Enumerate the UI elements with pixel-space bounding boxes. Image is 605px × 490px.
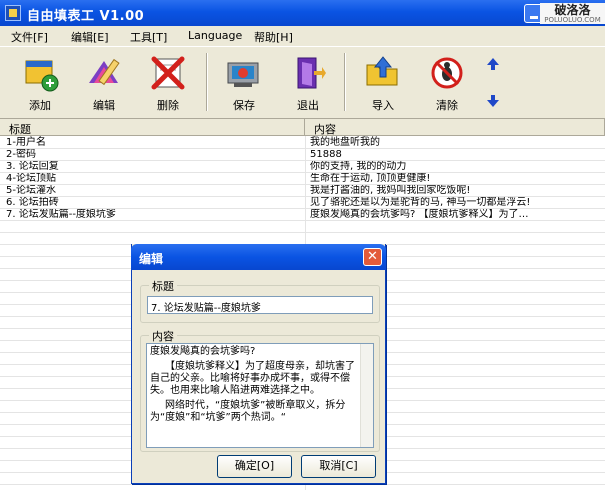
- save-label: 保存: [233, 99, 255, 112]
- watermark-logo: 破洛洛 POLUOLUO.COM: [540, 3, 605, 24]
- delete-icon: [151, 56, 185, 90]
- dialog-close-button[interactable]: ✕: [363, 248, 382, 266]
- title-input[interactable]: 7. 论坛发贴篇--度娘坑爹: [147, 296, 373, 314]
- import-icon: [366, 56, 398, 86]
- app-icon: [5, 5, 21, 21]
- toolbar: 添加 编辑 删除 保存 退出 导入 清除: [0, 46, 605, 119]
- add-button[interactable]: 添加: [12, 51, 68, 115]
- clear-button[interactable]: 清除: [419, 51, 475, 115]
- content-line: 度娘发飚真的会坑爹吗?: [150, 346, 256, 357]
- arrow-up-icon[interactable]: [485, 56, 501, 72]
- content-textarea[interactable]: 度娘发飚真的会坑爹吗? 【度娘坑爹释义】为了超度母亲，却坑害了自己的父亲。比喻将…: [146, 343, 374, 448]
- add-icon: [25, 60, 59, 92]
- import-label: 导入: [372, 99, 394, 112]
- title-group-label: 标题: [149, 278, 177, 294]
- save-button[interactable]: 保存: [216, 51, 272, 115]
- menu-help[interactable]: 帮助[H]: [254, 29, 293, 45]
- column-header-content[interactable]: 内容: [305, 119, 605, 136]
- content-group-label: 内容: [149, 328, 177, 344]
- watermark-subtext: POLUOLUO.COM: [544, 16, 601, 24]
- content-line: 【度娘坑爹释义】为了超度母亲，却坑害了自己的父亲。比喻将好事办成坏事，或得不偿失…: [150, 361, 355, 396]
- close-icon: ✕: [367, 249, 378, 264]
- watermark-text: 破洛洛: [554, 3, 591, 17]
- add-label: 添加: [29, 99, 51, 112]
- clear-icon: [431, 57, 463, 89]
- menu-file[interactable]: 文件[F]: [11, 29, 48, 45]
- content-line: 网络时代，“度娘坑爹”被断章取义，拆分为“度娘”和“坑爹”两个热词。“: [150, 400, 346, 423]
- delete-button[interactable]: 删除: [140, 51, 196, 115]
- menu-edit[interactable]: 编辑[E]: [71, 29, 109, 45]
- arrow-down-icon[interactable]: [485, 93, 501, 109]
- edit-label: 编辑: [93, 99, 115, 112]
- exit-label: 退出: [297, 99, 319, 112]
- dialog-title: 编辑: [139, 252, 164, 266]
- gridline: [0, 148, 605, 149]
- import-button[interactable]: 导入: [355, 51, 411, 115]
- column-header-title[interactable]: 标题: [0, 119, 305, 136]
- cancel-button[interactable]: 取消[C]: [301, 455, 376, 478]
- exit-icon: [297, 57, 326, 89]
- delete-label: 删除: [157, 99, 179, 112]
- gridline: [0, 160, 605, 161]
- edit-icon: [89, 58, 120, 86]
- edit-button[interactable]: 编辑: [76, 51, 132, 115]
- menu-tools[interactable]: 工具[T]: [130, 29, 167, 45]
- dialog-title-bar[interactable]: 编辑 ✕: [131, 244, 386, 270]
- gridline: [0, 232, 605, 233]
- gridline: [0, 172, 605, 173]
- content-scrollbar[interactable]: [360, 344, 373, 447]
- gridline: [0, 196, 605, 197]
- menu-language[interactable]: Language: [188, 29, 242, 42]
- window-title-bar[interactable]: 自由填表工 V1.00 破洛洛 POLUOLUO.COM: [0, 0, 605, 26]
- exit-button[interactable]: 退出: [280, 51, 336, 115]
- gridline: [0, 220, 605, 221]
- window-title: 自由填表工 V1.00: [27, 9, 145, 24]
- toolbar-separator: [206, 53, 208, 111]
- gridline: [0, 208, 605, 209]
- menu-bar: 文件[F] 编辑[E] 工具[T] Language 帮助[H]: [0, 26, 605, 46]
- gridline: [0, 184, 605, 185]
- gridline: [0, 484, 605, 485]
- save-icon: [227, 62, 259, 87]
- edit-dialog: 编辑 ✕ 标题 7. 论坛发贴篇--度娘坑爹 内容 度娘发飚真的会坑爹吗? 【度…: [131, 244, 386, 484]
- clear-label: 清除: [436, 99, 458, 112]
- toolbar-separator: [344, 53, 346, 111]
- ok-button[interactable]: 确定[O]: [217, 455, 292, 478]
